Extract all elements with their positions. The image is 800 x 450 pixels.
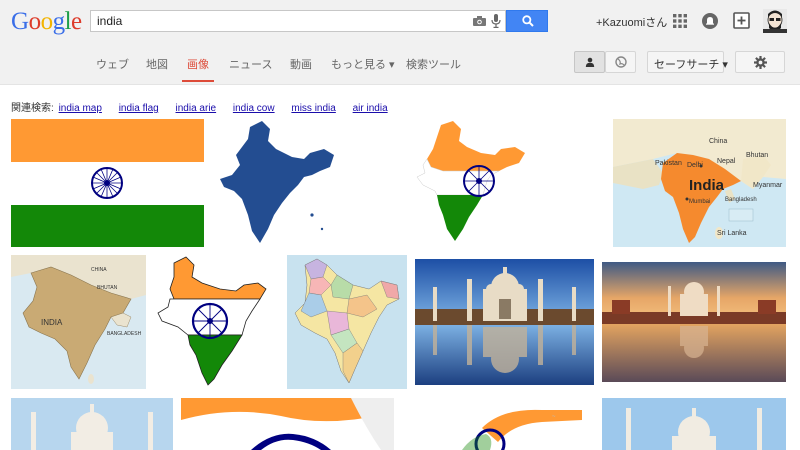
tab-search-tools[interactable]: 検索ツール xyxy=(406,56,461,72)
image-result-india-states-map[interactable] xyxy=(287,255,407,389)
map-label-china-small: CHINA xyxy=(91,267,107,273)
related-searches-label: 関連検索: xyxy=(11,103,54,114)
search-icon xyxy=(522,15,534,27)
related-link-india-cow[interactable]: india cow xyxy=(233,103,275,114)
map-label-myanmar: Myanmar xyxy=(753,182,783,189)
map-label-sri-lanka: Sri Lanka xyxy=(717,230,747,237)
image-result-india-blue-map[interactable] xyxy=(212,119,347,247)
share-plus-icon[interactable] xyxy=(733,12,750,29)
apps-grid-icon[interactable] xyxy=(673,14,687,28)
related-link-air-india[interactable]: air india xyxy=(353,103,388,114)
hide-personal-results-button[interactable] xyxy=(605,51,636,73)
gear-icon xyxy=(754,56,767,69)
image-result-india-flag-map[interactable] xyxy=(383,119,577,247)
microphone-icon[interactable] xyxy=(491,14,501,28)
camera-icon[interactable] xyxy=(473,16,486,26)
image-result-taj-mahal-blue[interactable] xyxy=(602,398,786,450)
active-tab-indicator xyxy=(182,80,214,82)
image-result-india-political-map[interactable]: China Pakistan Nepal Bhutan Delhi India … xyxy=(613,119,786,247)
tab-images[interactable]: 画像 xyxy=(187,56,209,72)
svg-text:~: ~ xyxy=(552,414,556,420)
user-avatar[interactable] xyxy=(763,9,787,33)
map-label-mumbai: Mumbai xyxy=(689,199,710,205)
tab-more[interactable]: もっと見る ▾ xyxy=(331,56,395,72)
related-link-india-map[interactable]: india map xyxy=(59,103,102,114)
search-input[interactable] xyxy=(97,13,457,29)
globe-icon xyxy=(615,56,627,68)
related-link-india-flag[interactable]: india flag xyxy=(119,103,159,114)
notification-bell-icon[interactable] xyxy=(702,13,718,29)
related-searches: 関連検索: india map india flag india arie in… xyxy=(11,99,388,114)
image-result-taj-mahal-day[interactable] xyxy=(11,398,173,450)
map-label-pakistan: Pakistan xyxy=(655,160,682,167)
map-label-china: China xyxy=(709,138,727,145)
personal-results-button[interactable] xyxy=(574,51,605,73)
search-button[interactable] xyxy=(506,10,548,32)
image-search-page: Google +Kazuomiさん xyxy=(0,0,800,450)
google-logo[interactable]: Google xyxy=(11,9,82,34)
related-link-miss-india[interactable]: miss india xyxy=(291,103,335,114)
account-name-link[interactable]: +Kazuomiさん xyxy=(596,14,667,30)
map-label-india-small: INDIA xyxy=(41,318,63,327)
image-result-taj-mahal-sunset[interactable] xyxy=(602,262,786,382)
tab-web[interactable]: ウェブ xyxy=(96,56,129,72)
map-label-nepal: Nepal xyxy=(717,158,736,165)
safesearch-label: セーフサーチ ▾ xyxy=(654,59,728,71)
safesearch-dropdown[interactable]: セーフサーチ ▾ xyxy=(647,51,728,73)
person-icon xyxy=(585,57,595,67)
map-label-bangladesh: Bangladesh xyxy=(725,197,757,203)
map-label-bhutan-small: BHUTAN xyxy=(97,285,118,291)
image-result-india-flag[interactable] xyxy=(11,119,204,247)
map-label-india: India xyxy=(689,177,725,194)
map-label-bhutan: Bhutan xyxy=(746,152,768,159)
top-bar: Google +Kazuomiさん xyxy=(0,0,800,42)
tab-videos[interactable]: 動画 xyxy=(290,56,312,72)
image-result-india-flag-map-2[interactable] xyxy=(154,255,279,389)
map-label-bangladesh-small: BANGLADESH xyxy=(107,331,142,337)
map-label-delhi: Delhi xyxy=(687,162,703,169)
search-box xyxy=(90,10,506,32)
image-result-waving-flag[interactable] xyxy=(181,398,394,450)
image-result-flag-hand[interactable]: ~ xyxy=(402,398,594,450)
related-link-india-arie[interactable]: india arie xyxy=(176,103,217,114)
tab-news[interactable]: ニュース xyxy=(229,56,272,72)
image-result-india-tan-map[interactable]: INDIA BHUTAN BANGLADESH CHINA xyxy=(11,255,146,389)
settings-button[interactable] xyxy=(735,51,785,73)
tab-maps[interactable]: 地図 xyxy=(146,56,168,72)
image-result-taj-mahal-reflection[interactable] xyxy=(415,259,594,385)
